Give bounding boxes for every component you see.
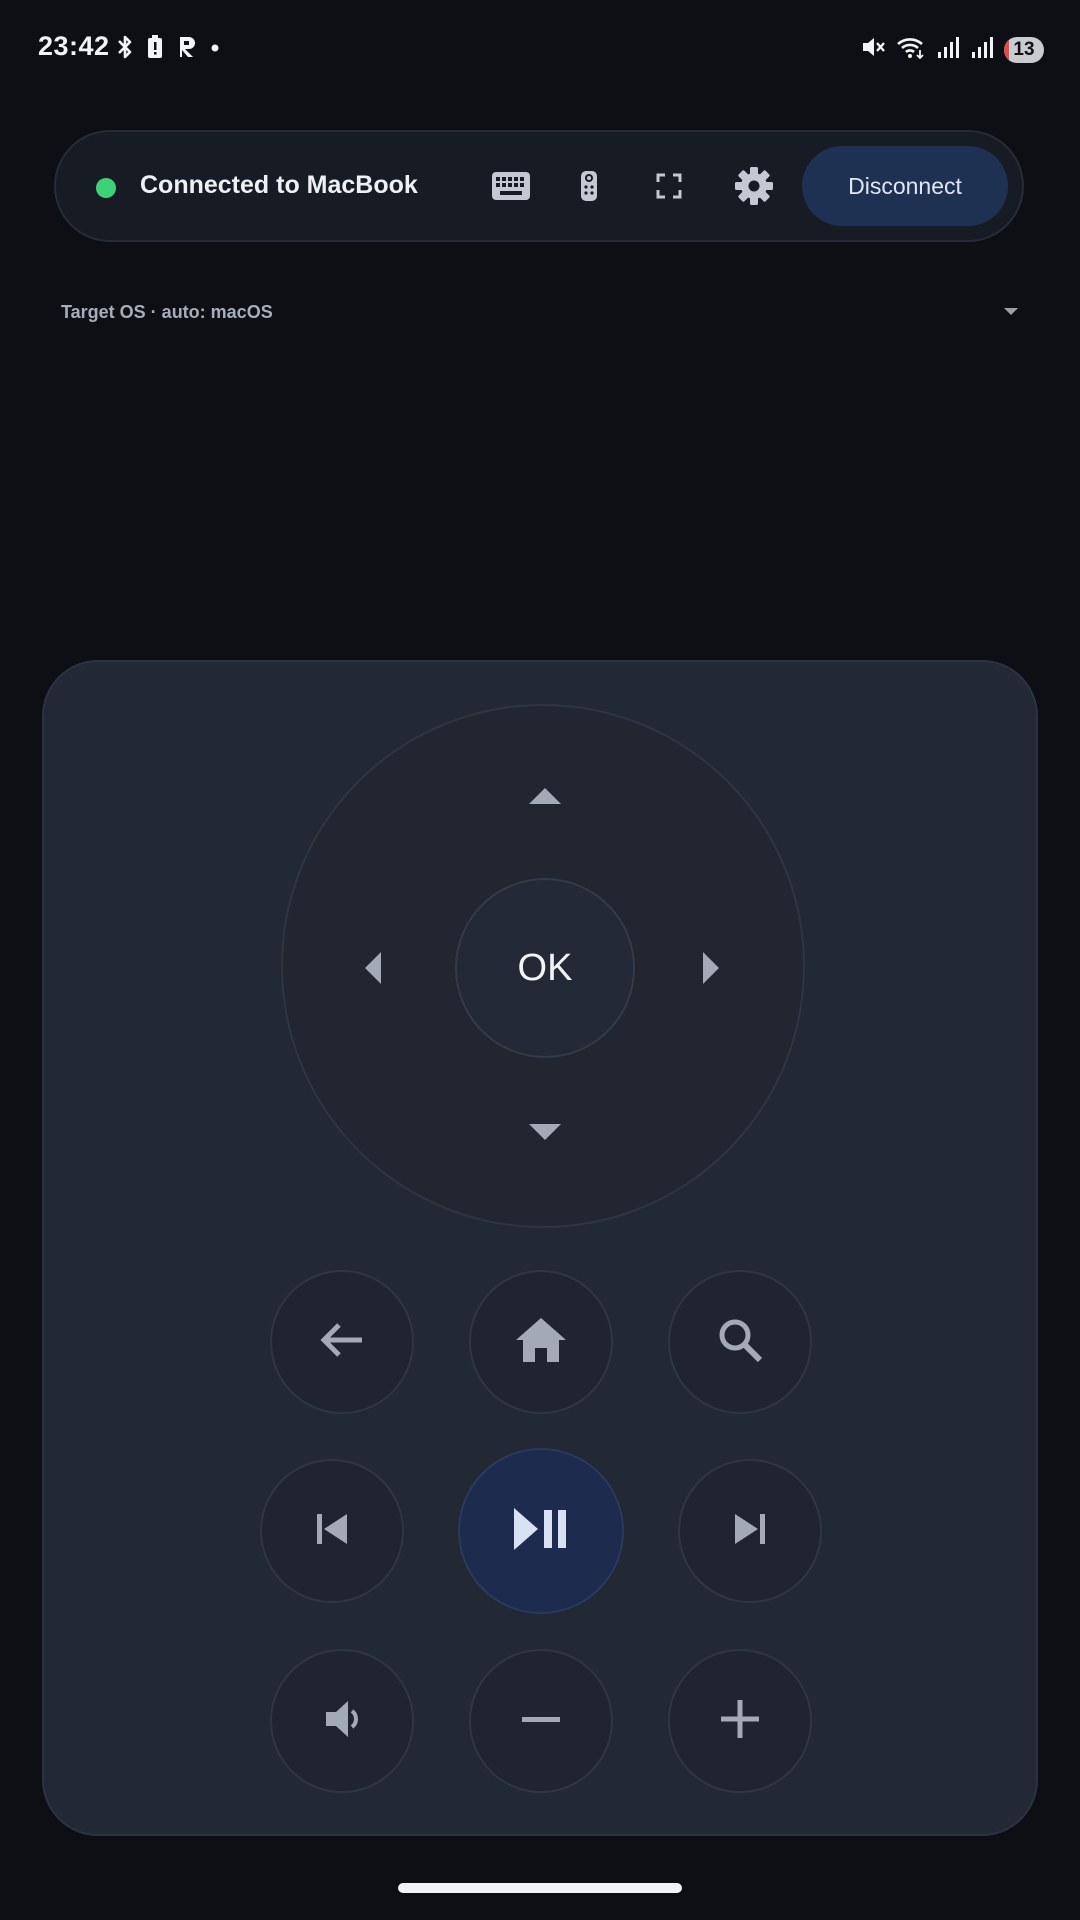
battery-level-text: 13 (1013, 38, 1035, 60)
previous-track-button[interactable] (260, 1459, 404, 1603)
battery-saver-icon (146, 34, 164, 65)
mute-icon (860, 34, 886, 65)
home-button[interactable] (469, 1270, 613, 1414)
search-button[interactable] (668, 1270, 812, 1414)
keyboard-button[interactable] (487, 164, 535, 212)
signal-2-icon (970, 34, 994, 65)
remote-button[interactable] (565, 164, 613, 212)
volume-down-button[interactable] (469, 1649, 613, 1793)
settings-button[interactable] (730, 164, 778, 212)
battery-indicator: 13 (1004, 36, 1044, 63)
previous-track-icon (314, 1511, 350, 1552)
signal-1-icon (936, 34, 960, 65)
battery-level-fill (1004, 36, 1010, 63)
remote-icon (578, 170, 600, 207)
home-icon (514, 1316, 568, 1369)
arrow-right-icon (703, 952, 719, 984)
keyboard-icon (491, 171, 531, 206)
next-track-button[interactable] (678, 1459, 822, 1603)
status-time: 23:42 (38, 31, 110, 61)
status-bar: 23:42 13 (0, 0, 1080, 100)
ok-button[interactable]: OK (455, 878, 635, 1058)
status-left-icons (116, 34, 220, 65)
fullscreen-icon (655, 172, 683, 205)
play-pause-icon (512, 1506, 570, 1557)
wifi-icon (896, 34, 926, 65)
chevron-down-icon[interactable] (1004, 308, 1018, 315)
dpad: OK (281, 704, 805, 1228)
volume-down-icon (521, 1712, 561, 1730)
connection-bar: Connected to MacBook Disconnect (54, 130, 1024, 242)
fullscreen-button[interactable] (645, 164, 693, 212)
volume-icon (324, 1699, 360, 1744)
status-right-icons: 13 (860, 34, 1044, 65)
gear-icon (734, 166, 774, 211)
play-pause-button[interactable] (458, 1448, 624, 1614)
ok-label: OK (517, 946, 573, 989)
connection-status-dot (96, 178, 116, 198)
back-button[interactable] (270, 1270, 414, 1414)
back-icon (319, 1320, 365, 1365)
arrow-up-icon (529, 788, 561, 804)
search-icon (716, 1316, 764, 1369)
next-track-icon (732, 1511, 768, 1552)
notification-dot-icon (210, 34, 220, 65)
app-r-icon (176, 34, 198, 65)
bluetooth-icon (116, 34, 134, 65)
remote-panel: OK (42, 660, 1038, 1836)
target-os-label[interactable]: Target OS · auto: macOS (61, 302, 273, 323)
volume-button[interactable] (270, 1649, 414, 1793)
arrow-down-icon (529, 1124, 561, 1140)
arrow-left-icon (365, 952, 381, 984)
volume-up-icon (720, 1699, 760, 1744)
volume-up-button[interactable] (668, 1649, 812, 1793)
home-indicator[interactable] (398, 1883, 682, 1893)
connection-status-label: Connected to MacBook (140, 171, 418, 199)
disconnect-button[interactable]: Disconnect (802, 146, 1008, 226)
